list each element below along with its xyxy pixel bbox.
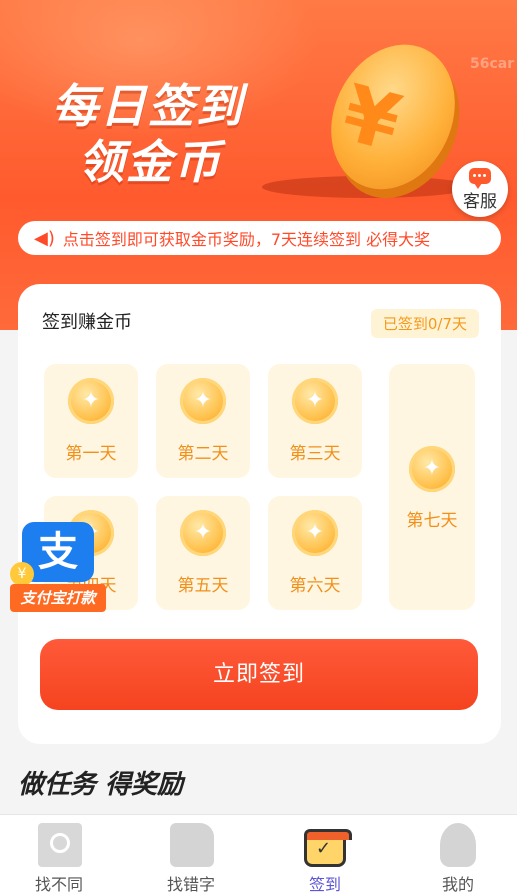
bottom-tab-bar: 找不同 找错字 签到 我的: [0, 814, 517, 895]
notice-bar: ◀) 点击签到即可获取金币奖励，7天连续签到 必得大奖: [18, 221, 501, 255]
customer-service-label: 客服: [463, 192, 497, 212]
alipay-payout-badge[interactable]: 支 ¥ 支付宝打款: [10, 522, 106, 614]
tab-find-typo[interactable]: 找错字: [146, 815, 236, 895]
coin-icon: ✦: [409, 446, 455, 492]
checkin-title: 签到赚金币: [42, 312, 132, 333]
profile-icon: [440, 823, 476, 867]
hero-banner: 56car 每日签到 领金币 ¥: [0, 0, 517, 330]
coin-icon: ✦: [292, 510, 338, 556]
checkin-card: 签到赚金币 已签到0/7天 ✦ 第一天 ✦ 第二天 ✦ 第三天 ✦ 第七天 ✦ …: [18, 284, 501, 744]
magnifier-icon: [38, 823, 82, 867]
day-5-tile[interactable]: ✦ 第五天: [156, 496, 250, 610]
alipay-label: 支付宝打款: [10, 584, 106, 612]
document-icon: [170, 823, 214, 867]
checkin-status-badge: 已签到0/7天: [370, 309, 479, 338]
day-6-tile[interactable]: ✦ 第六天: [268, 496, 362, 610]
tab-label: 我的: [441, 875, 474, 894]
speaker-icon: ◀): [34, 227, 55, 249]
chat-icon: [469, 168, 491, 189]
hero-title-line2: 领金币: [78, 135, 222, 189]
customer-service-button[interactable]: 客服: [452, 161, 508, 217]
day-7-tile[interactable]: ✦ 第七天: [389, 364, 475, 610]
watermark-text: 56car: [470, 56, 515, 72]
day-1-tile[interactable]: ✦ 第一天: [44, 364, 138, 478]
day-6-label: 第六天: [289, 576, 341, 596]
coin-icon: ✦: [180, 378, 226, 424]
day-3-label: 第三天: [289, 444, 341, 464]
notice-text: 点击签到即可获取金币奖励，7天连续签到 必得大奖: [62, 230, 431, 249]
tasks-heading: 做任务 得奖励: [18, 770, 184, 800]
tab-find-difference[interactable]: 找不同: [14, 815, 104, 895]
coin-icon: ✦: [292, 378, 338, 424]
day-2-label: 第二天: [177, 444, 229, 464]
tab-checkin[interactable]: 签到: [280, 815, 370, 895]
calendar-check-icon: [304, 829, 352, 867]
tab-profile[interactable]: 我的: [413, 815, 503, 895]
tab-label: 签到: [308, 875, 341, 894]
small-coin-icon: ¥: [10, 562, 34, 586]
day-5-label: 第五天: [177, 576, 229, 596]
checkin-button[interactable]: 立即签到: [40, 639, 478, 710]
day-2-tile[interactable]: ✦ 第二天: [156, 364, 250, 478]
coin-icon: ✦: [68, 378, 114, 424]
coin-icon: ✦: [180, 510, 226, 556]
day-7-label: 第七天: [406, 511, 458, 531]
day-1-label: 第一天: [65, 444, 117, 464]
day-3-tile[interactable]: ✦ 第三天: [268, 364, 362, 478]
tab-label: 找错字: [166, 875, 215, 894]
tab-label: 找不同: [34, 875, 83, 894]
